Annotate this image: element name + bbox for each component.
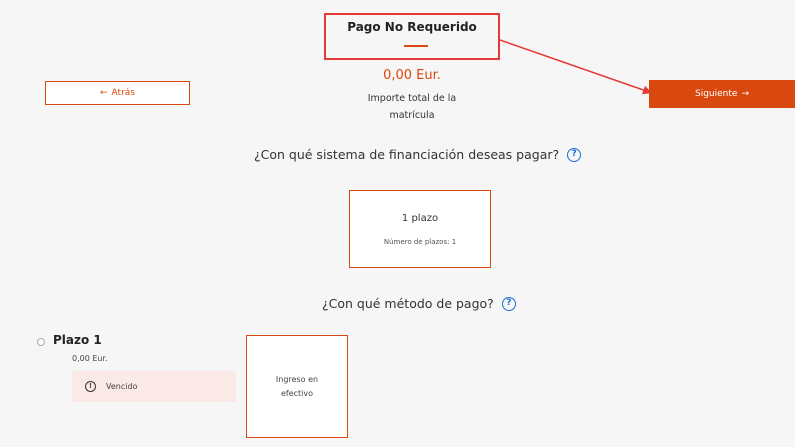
payment-method-label: Ingreso en efectivo xyxy=(267,373,327,401)
next-button-label: Siguiente xyxy=(695,89,738,99)
payment-method-card[interactable]: Ingreso en efectivo xyxy=(246,335,348,438)
total-amount-label: Importe total de la matrícula xyxy=(324,90,500,124)
installment-title: Plazo 1 xyxy=(53,333,102,347)
financing-question: ¿Con qué sistema de financiación deseas … xyxy=(254,147,582,162)
payment-method-question-text: ¿Con qué método de pago? xyxy=(322,296,494,311)
arrow-right-icon: → xyxy=(741,89,749,99)
installment-radio[interactable] xyxy=(37,338,45,346)
payment-method-question: ¿Con qué método de pago? ? xyxy=(322,296,516,311)
next-button[interactable]: Siguiente → xyxy=(649,80,795,108)
total-amount: 0,00 Eur. xyxy=(383,68,441,83)
help-icon[interactable]: ? xyxy=(567,147,582,162)
financing-option-subtitle: Número de plazos: 1 xyxy=(383,238,457,246)
page-title: Pago No Requerido xyxy=(347,20,477,34)
financing-question-text: ¿Con qué sistema de financiación deseas … xyxy=(254,147,560,162)
amount-label-line-2: matrícula xyxy=(389,110,435,121)
financing-option-card[interactable]: 1 plazo Número de plazos: 1 xyxy=(349,190,491,268)
alert-circle-icon: ! xyxy=(85,381,96,392)
installment-status-text: Vencido xyxy=(106,382,138,391)
amount-label-line-1: Importe total de la xyxy=(367,93,457,104)
installment-amount: 0,00 Eur. xyxy=(72,354,108,363)
payment-method-label-line-1: Ingreso en xyxy=(275,374,319,384)
back-button-label: Atrás xyxy=(111,88,135,98)
financing-option-title: 1 plazo xyxy=(401,213,439,224)
title-underline xyxy=(404,45,428,47)
back-button[interactable]: ← Atrás xyxy=(45,81,190,105)
payment-method-label-line-2: efectivo xyxy=(280,388,314,398)
help-icon[interactable]: ? xyxy=(501,296,516,311)
installment-status-badge: ! Vencido xyxy=(72,371,236,402)
arrow-left-icon: ← xyxy=(100,88,108,98)
